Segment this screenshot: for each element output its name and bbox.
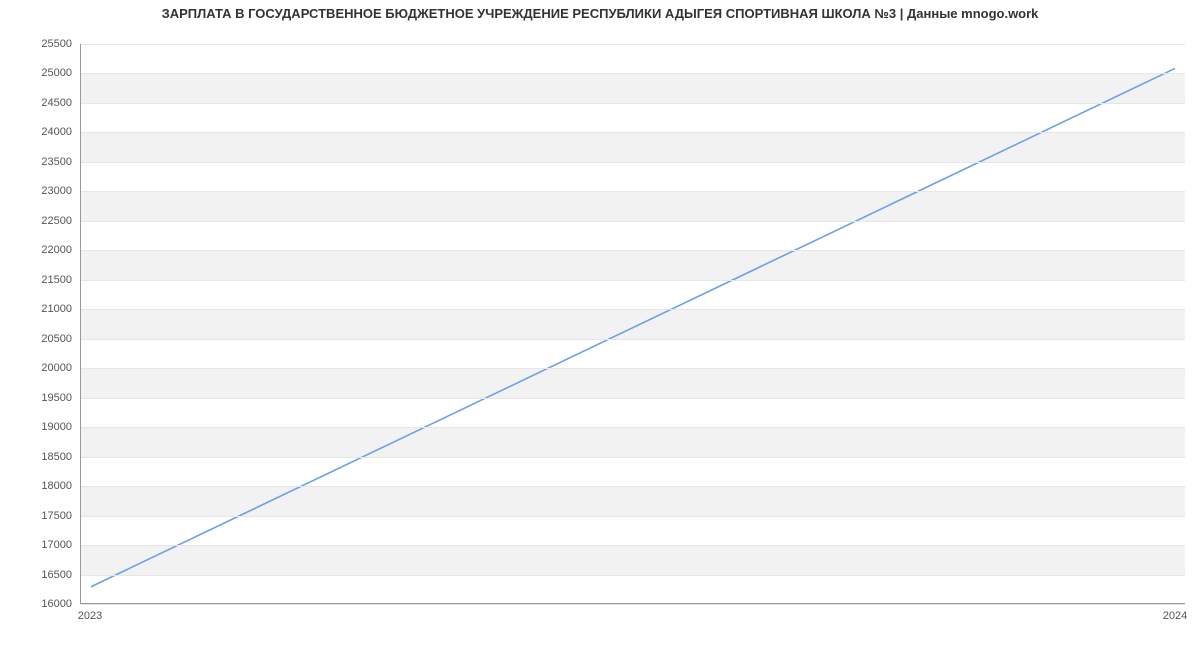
gridline (81, 191, 1185, 192)
gridline (81, 103, 1185, 104)
gridline (81, 398, 1185, 399)
y-tick-label: 24000 (41, 126, 72, 138)
x-tick-label: 2024 (1163, 610, 1187, 622)
gridline (81, 250, 1185, 251)
y-tick-label: 16500 (41, 569, 72, 581)
gridline (81, 280, 1185, 281)
y-tick-label: 18000 (41, 480, 72, 492)
series-line (91, 68, 1175, 586)
gridline (81, 132, 1185, 133)
y-tick-label: 19500 (41, 392, 72, 404)
chart-title: ЗАРПЛАТА В ГОСУДАРСТВЕННОЕ БЮДЖЕТНОЕ УЧР… (0, 6, 1200, 21)
gridline (81, 309, 1185, 310)
y-tick-label: 23500 (41, 156, 72, 168)
y-tick-label: 24500 (41, 97, 72, 109)
gridline (81, 427, 1185, 428)
y-tick-label: 23000 (41, 185, 72, 197)
y-tick-label: 19000 (41, 421, 72, 433)
gridline (81, 339, 1185, 340)
y-tick-label: 17000 (41, 539, 72, 551)
gridline (81, 516, 1185, 517)
gridline (81, 486, 1185, 487)
gridline (81, 162, 1185, 163)
gridline (81, 221, 1185, 222)
y-tick-label: 20500 (41, 333, 72, 345)
gridline (81, 368, 1185, 369)
x-tick-label: 2023 (78, 610, 102, 622)
gridline (81, 73, 1185, 74)
y-tick-label: 18500 (41, 451, 72, 463)
y-tick-label: 22500 (41, 215, 72, 227)
y-tick-label: 21500 (41, 274, 72, 286)
y-tick-label: 17500 (41, 510, 72, 522)
y-tick-label: 20000 (41, 362, 72, 374)
gridline (81, 545, 1185, 546)
y-tick-label: 22000 (41, 244, 72, 256)
y-tick-label: 16000 (41, 598, 72, 610)
line-series (81, 44, 1185, 603)
y-tick-label: 25500 (41, 38, 72, 50)
y-tick-label: 21000 (41, 303, 72, 315)
plot-area (80, 44, 1185, 604)
gridline (81, 604, 1185, 605)
chart-container: ЗАРПЛАТА В ГОСУДАРСТВЕННОЕ БЮДЖЕТНОЕ УЧР… (0, 0, 1200, 650)
y-tick-label: 25000 (41, 67, 72, 79)
gridline (81, 44, 1185, 45)
gridline (81, 575, 1185, 576)
gridline (81, 457, 1185, 458)
